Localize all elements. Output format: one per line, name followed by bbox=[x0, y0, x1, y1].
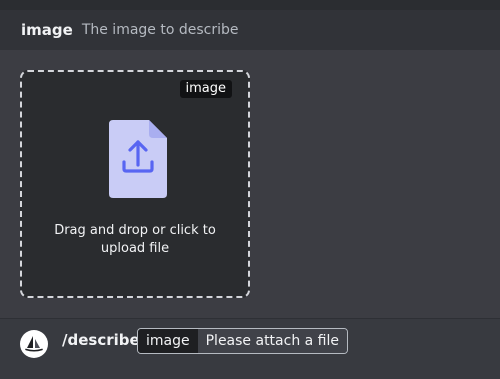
dropzone-line-2: upload file bbox=[100, 241, 170, 256]
dropzone-tag: image bbox=[179, 80, 232, 98]
command-name: /describe bbox=[62, 331, 140, 349]
image-option-field[interactable]: image Please attach a file bbox=[137, 328, 348, 354]
option-header: image The image to describe bbox=[0, 10, 500, 50]
bot-avatar bbox=[20, 330, 48, 358]
field-value[interactable]: Please attach a file bbox=[197, 329, 347, 353]
dropzone-line-1: Drag and drop or click to bbox=[54, 223, 216, 238]
command-bar: /describe image Please attach a file bbox=[0, 318, 500, 379]
file-dropzone[interactable]: image Drag and drop or click to upload f… bbox=[20, 70, 250, 298]
option-name: image bbox=[21, 21, 73, 39]
dropzone-instructions: Drag and drop or click to upload file bbox=[22, 222, 248, 258]
upload-file-icon bbox=[109, 120, 167, 198]
bot-sailboat-icon bbox=[25, 336, 43, 352]
field-label: image bbox=[138, 329, 198, 353]
top-strip bbox=[0, 0, 500, 10]
option-description: The image to describe bbox=[81, 22, 239, 38]
